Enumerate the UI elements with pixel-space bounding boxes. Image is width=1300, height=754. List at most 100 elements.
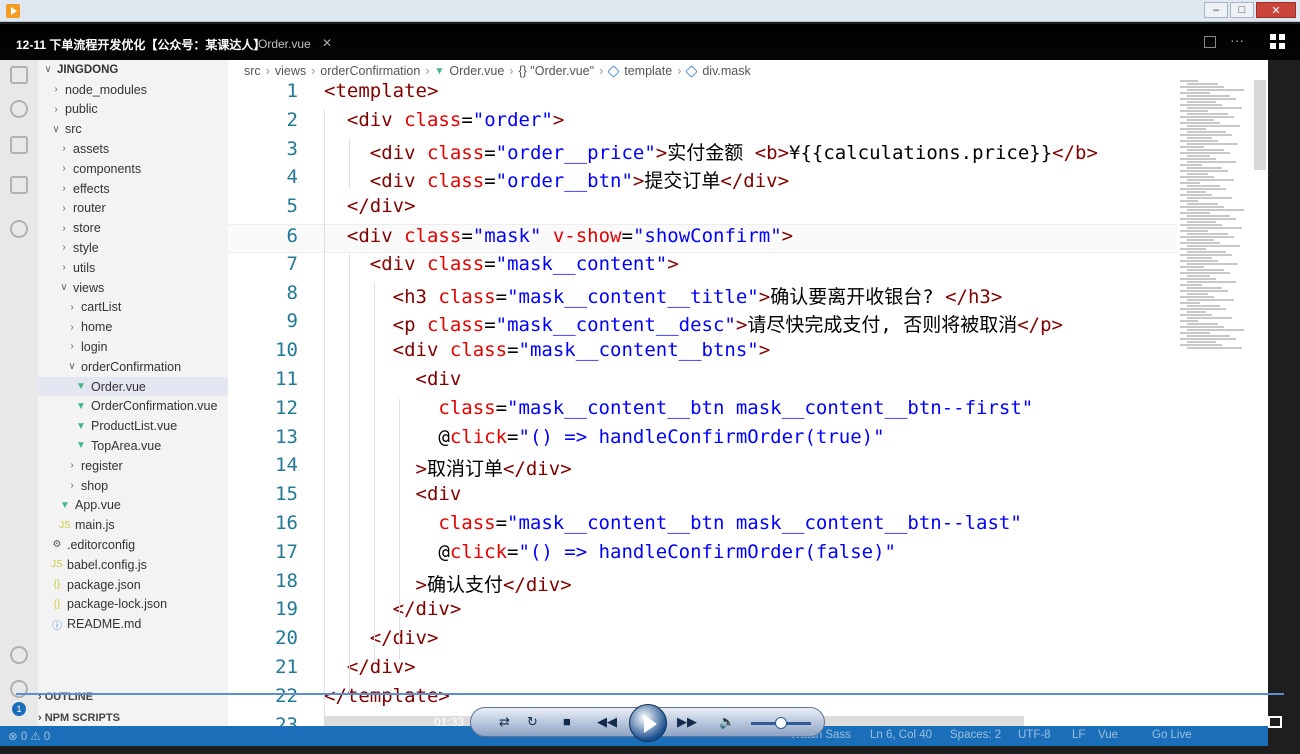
shuffle-icon[interactable]: ⇄ <box>499 714 510 730</box>
tree-file[interactable]: ⓘ README.md <box>38 615 228 634</box>
tree-file[interactable]: ▼ ProductList.vue <box>38 417 228 436</box>
minimap[interactable] <box>1180 80 1248 350</box>
breadcrumb-item[interactable]: Order.vue <box>449 64 504 78</box>
tree-folder[interactable]: › login <box>38 337 228 356</box>
tree-file[interactable]: JS main.js <box>38 516 228 535</box>
code-line[interactable]: 1 <template> <box>228 80 1178 109</box>
stop-icon[interactable]: ■ <box>563 714 571 729</box>
code-line[interactable]: 12 class="mask__content__btn mask__conte… <box>228 397 1178 426</box>
repeat-icon[interactable]: ↻ <box>527 714 538 730</box>
tree-folder[interactable]: › components <box>38 159 228 178</box>
code-line[interactable]: 6 <div class="mask" v-show="showConfirm"… <box>228 224 1178 253</box>
minimap-line <box>1180 92 1210 94</box>
problems-status[interactable]: ⊗ 0 ⚠ 0 <box>8 729 50 743</box>
line-number: 22 <box>275 684 298 707</box>
code-line[interactable]: 8 <h3 class="mask__content__title">确认要离开… <box>228 282 1178 311</box>
code-line[interactable]: 7 <div class="mask__content"> <box>228 253 1178 282</box>
indent-status[interactable]: Spaces: 2 <box>950 729 1001 741</box>
code-line[interactable]: 4 <div class="order__btn">提交订单</div> <box>228 166 1178 195</box>
breadcrumb-item[interactable]: template <box>624 64 672 78</box>
encoding-status[interactable]: UTF-8 <box>1018 729 1051 741</box>
tree-folder[interactable]: ∨ orderConfirmation <box>38 357 228 376</box>
eol-status[interactable]: LF <box>1072 729 1085 741</box>
code-line[interactable]: 17 @click="() => handleConfirmOrder(fals… <box>228 541 1178 570</box>
tree-folder[interactable]: ∨ views <box>38 278 228 297</box>
tree-item-label: node_modules <box>65 82 148 97</box>
maximize-icon[interactable]: □ <box>1230 2 1254 18</box>
code-editor[interactable]: src › views › orderConfirmation › ▼ Order.vue › {… <box>228 60 1268 736</box>
minimize-icon[interactable]: – <box>1204 2 1228 18</box>
tree-folder[interactable]: › shop <box>38 476 228 495</box>
more-actions-icon[interactable]: ··· <box>1230 32 1244 48</box>
code-line[interactable]: 3 <div class="order__price">实付金额 <b>¥{{c… <box>228 138 1178 167</box>
tree-folder[interactable]: ∨ src <box>38 120 228 139</box>
code-line[interactable]: 19 </div> <box>228 598 1178 627</box>
tree-folder[interactable]: › home <box>38 318 228 337</box>
search-icon[interactable] <box>10 100 28 118</box>
breadcrumb-item[interactable]: div.mask <box>702 64 750 78</box>
remote-icon[interactable] <box>10 220 28 238</box>
tree-folder[interactable]: › store <box>38 219 228 238</box>
tree-file[interactable]: ▼ Order.vue <box>38 377 228 396</box>
volume-knob[interactable] <box>775 717 787 729</box>
code-line[interactable]: 9 <p class="mask__content__desc">请尽快完成支付… <box>228 310 1178 339</box>
tree-file[interactable]: ▼ OrderConfirmation.vue <box>38 397 228 416</box>
tree-file[interactable]: JS babel.config.js <box>38 555 228 574</box>
line-number: 15 <box>275 483 298 506</box>
tree-file[interactable]: {} package.json <box>38 575 228 594</box>
tree-folder[interactable]: › utils <box>38 258 228 277</box>
player-controls: ⇄ ↻ ■ ◀◀ ▶▶ 🔈 <box>470 704 825 742</box>
settings-gear-icon[interactable] <box>10 680 28 698</box>
tree-folder[interactable]: › effects <box>38 179 228 198</box>
fast-forward-icon[interactable]: ▶▶ <box>677 714 697 730</box>
tree-file[interactable]: {} package-lock.json <box>38 595 228 614</box>
code-line[interactable]: 14 >取消订单</div> <box>228 454 1178 483</box>
code-line[interactable]: 5 </div> <box>228 195 1178 224</box>
npm-scripts-section[interactable]: › NPM SCRIPTS <box>38 712 120 724</box>
code-line[interactable]: 11 <div <box>228 368 1178 397</box>
video-progress[interactable] <box>16 693 1284 695</box>
split-editor-icon[interactable] <box>1204 36 1216 48</box>
tree-file[interactable]: ▼ App.vue <box>38 496 228 515</box>
go-live-status[interactable]: Go Live <box>1152 729 1192 741</box>
cursor-position-status[interactable]: Ln 6, Col 40 <box>870 729 932 741</box>
code-line[interactable]: 20 </div> <box>228 627 1178 656</box>
tree-folder[interactable]: › register <box>38 456 228 475</box>
minimap-line <box>1180 290 1228 292</box>
breadcrumb-item[interactable]: src <box>244 64 261 78</box>
tree-folder[interactable]: › router <box>38 199 228 218</box>
tree-file[interactable]: ⚙ .editorconfig <box>38 535 228 554</box>
code-line[interactable]: 16 class="mask__content__btn mask__conte… <box>228 512 1178 541</box>
tree-folder[interactable]: › node_modules <box>38 80 228 99</box>
explorer-root[interactable]: ∨ JINGDONG <box>42 60 118 79</box>
fullscreen-icon[interactable] <box>1268 716 1282 728</box>
minimap-line <box>1180 320 1198 322</box>
code-line[interactable]: 15 <div <box>228 483 1178 512</box>
tab-close-icon[interactable]: ✕ <box>322 36 332 50</box>
breadcrumb-item[interactable]: views <box>275 64 306 78</box>
tree-folder[interactable]: › assets <box>38 139 228 158</box>
close-icon[interactable]: ✕ <box>1256 2 1296 18</box>
account-icon[interactable] <box>10 646 28 664</box>
editor-tab[interactable]: Order.vue <box>258 37 311 51</box>
tree-folder[interactable]: › cartList <box>38 298 228 317</box>
code-line[interactable]: 10 <div class="mask__content__btns"> <box>228 339 1178 368</box>
extensions-icon[interactable] <box>10 176 28 194</box>
language-status[interactable]: Vue <box>1098 729 1118 741</box>
explorer-icon[interactable] <box>10 66 28 84</box>
code-line[interactable]: 13 @click="() => handleConfirmOrder(true… <box>228 426 1178 455</box>
volume-icon[interactable]: 🔈 <box>719 714 735 730</box>
tree-folder[interactable]: › public <box>38 100 228 119</box>
code-line[interactable]: 21 </div> <box>228 656 1178 685</box>
breadcrumb-item[interactable]: {} "Order.vue" <box>518 64 594 78</box>
code-line[interactable]: 2 <div class="order"> <box>228 109 1178 138</box>
play-button[interactable] <box>629 704 667 742</box>
code-line[interactable]: 18 >确认支付</div> <box>228 570 1178 599</box>
tree-file[interactable]: ▼ TopArea.vue <box>38 436 228 455</box>
breadcrumb-item[interactable]: orderConfirmation <box>320 64 420 78</box>
grid-menu-icon[interactable] <box>1270 34 1286 50</box>
tree-folder[interactable]: › style <box>38 238 228 257</box>
rewind-icon[interactable]: ◀◀ <box>597 714 617 730</box>
source-control-icon[interactable] <box>10 136 28 154</box>
vertical-scrollbar[interactable] <box>1254 80 1266 170</box>
